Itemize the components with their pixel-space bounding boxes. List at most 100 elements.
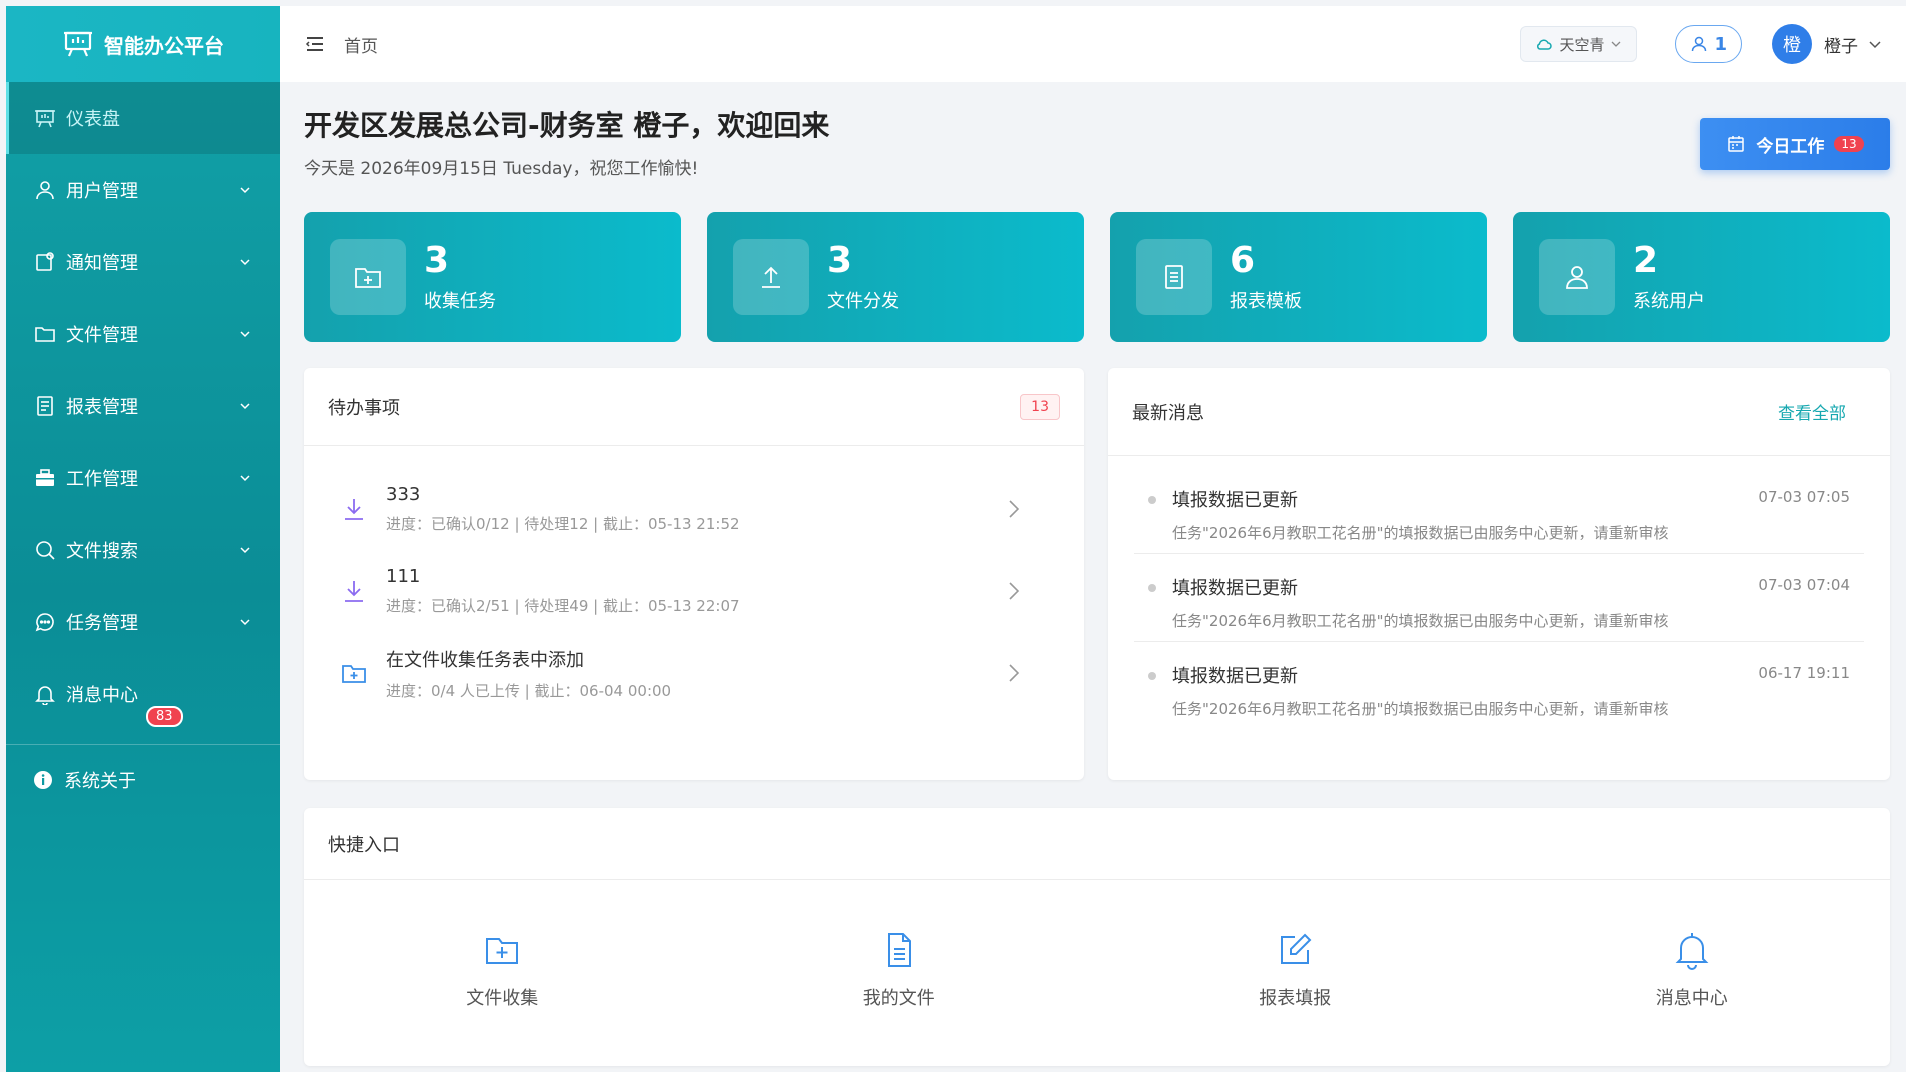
quick-entry-messages[interactable]: 消息中心 (1494, 930, 1891, 1010)
stat-label: 系统用户 (1633, 290, 1705, 312)
bell-icon (1675, 933, 1709, 970)
todo-panel-header: 待办事项 13 (304, 368, 1084, 446)
news-time: 07-03 07:04 (1758, 576, 1850, 594)
chevron-right-icon (1009, 582, 1020, 600)
folder-plus-icon (486, 938, 519, 964)
sidebar-menu: 仪表盘 用户管理 通知管理 文件管理 报表管理 工作管理 文件搜索 任务管理 消… (6, 82, 280, 730)
chevron-down-icon (240, 187, 250, 194)
todo-count-badge: 13 (1020, 393, 1060, 420)
chat-icon (34, 611, 56, 633)
username[interactable]: 橙子 (1824, 32, 1858, 57)
sidebar-item-label: 系统关于 (64, 771, 136, 792)
news-desc: 任务"2026年6月教职工花名册"的填报数据已由服务中心更新，请重新审核 (1172, 612, 1669, 630)
quick-entry-label: 消息中心 (1655, 988, 1728, 1009)
sidebar-item-files[interactable]: 文件管理 (6, 298, 280, 370)
quick-entry-label: 文件收集 (466, 988, 539, 1009)
chevron-down-icon (240, 619, 250, 626)
sidebar-item-about[interactable]: 系统关于 (6, 745, 280, 815)
user-icon (1692, 36, 1707, 52)
todo-panel: 待办事项 13 333 进度：已确认0/12 | 待处理12 | 截止：05-13… (304, 368, 1084, 780)
chevron-down-icon (240, 403, 250, 410)
todo-panel-title: 待办事项 (328, 397, 400, 419)
calendar-icon (1728, 136, 1745, 152)
top-header: 首页 天空青 1 橙 橙子 (280, 6, 1906, 82)
list-item[interactable]: 111 进度：已确认2/51 | 待处理49 | 截止：05-13 22:07 (340, 550, 1048, 632)
list-item[interactable]: 在文件收集任务表中添加进度：0/4 人已上传 | 截止：06-04 00:00 (340, 632, 1048, 714)
news-list: 填报数据已更新任务"2026年6月教职工花名册"的填报数据已由服务中心更新，请重… (1108, 456, 1890, 730)
presentation-icon (64, 31, 92, 57)
sidebar-item-work[interactable]: 工作管理 (6, 442, 280, 514)
stat-label: 报表模板 (1230, 290, 1302, 312)
chevron-down-icon (240, 331, 250, 338)
sidebar-item-file-search[interactable]: 文件搜索 (6, 514, 280, 586)
news-panel-header: 最新消息 查看全部 (1108, 368, 1890, 456)
page-title: 开发区发展总公司-财务室 橙子，欢迎回来 (304, 109, 830, 142)
chevron-down-icon (240, 547, 250, 554)
menu-toggle-icon[interactable] (304, 33, 326, 55)
stat-value: 2 (1633, 240, 1659, 282)
cloud-icon (1537, 39, 1553, 50)
news-desc: 任务"2026年6月教职工花名册"的填报数据已由服务中心更新，请重新审核 (1172, 700, 1669, 718)
online-users-count: 1 (1714, 33, 1727, 55)
quick-entry-my-files[interactable]: 我的文件 (701, 930, 1098, 1010)
user-icon (34, 179, 56, 201)
unread-dot (1148, 672, 1156, 680)
unread-dot (1148, 584, 1156, 592)
sidebar-item-reports[interactable]: 报表管理 (6, 370, 280, 442)
news-panel: 最新消息 查看全部 填报数据已更新任务"2026年6月教职工花名册"的填报数据已… (1108, 368, 1890, 780)
list-item[interactable]: 填报数据已更新任务"2026年6月教职工花名册"的填报数据已由服务中心更新，请重… (1134, 554, 1864, 642)
bell-icon (34, 683, 56, 705)
stat-label: 文件分发 (827, 290, 899, 312)
folder-plus-icon (342, 665, 366, 683)
app-logo[interactable]: 智能办公平台 (6, 6, 280, 82)
stat-card-file-distribution[interactable]: 3 文件分发 (707, 212, 1084, 342)
document-icon (1136, 239, 1212, 315)
list-item[interactable]: 填报数据已更新任务"2026年6月教职工花名册"的填报数据已由服务中心更新，请重… (1134, 642, 1864, 730)
avatar[interactable]: 橙 (1772, 24, 1812, 64)
theme-label: 天空青 (1559, 35, 1605, 54)
todo-title: 111 (386, 566, 421, 587)
sidebar-item-notices[interactable]: 通知管理 (6, 226, 280, 298)
sidebar-item-tasks[interactable]: 任务管理 (6, 586, 280, 658)
sidebar-item-label: 仪表盘 (66, 109, 120, 130)
news-title: 填报数据已更新 (1172, 490, 1298, 511)
notice-icon (34, 251, 56, 273)
view-all-link[interactable]: 查看全部 (1778, 399, 1846, 424)
todo-list: 333 进度：已确认0/12 | 待处理12 | 截止：05-13 21:52 1… (304, 446, 1084, 736)
theme-selector[interactable]: 天空青 (1520, 26, 1638, 62)
news-title: 填报数据已更新 (1172, 666, 1298, 687)
stat-card-system-users[interactable]: 2 系统用户 (1513, 212, 1890, 342)
sidebar-item-label: 用户管理 (66, 181, 138, 202)
stat-value: 6 (1230, 240, 1256, 282)
list-item[interactable]: 333 进度：已确认0/12 | 待处理12 | 截止：05-13 21:52 (340, 468, 1048, 550)
stat-card-report-templates[interactable]: 6 报表模板 (1110, 212, 1487, 342)
chevron-down-icon[interactable] (1868, 37, 1882, 51)
todo-title: 333 (386, 484, 421, 505)
online-users-button[interactable]: 1 (1675, 25, 1742, 63)
upload-icon (733, 239, 809, 315)
sidebar-item-users[interactable]: 用户管理 (6, 154, 280, 226)
edit-icon (1281, 933, 1312, 964)
user-icon (1539, 239, 1615, 315)
sidebar-item-messages[interactable]: 消息中心 83 (6, 658, 280, 730)
todo-title: 在文件收集任务表中添加 (386, 649, 584, 671)
quick-entry-file-collect[interactable]: 文件收集 (304, 930, 701, 1010)
quick-entry-panel: 快捷入口 文件收集 我的文件 报表填报 消息中心 (304, 808, 1890, 1066)
unread-dot (1148, 496, 1156, 504)
news-title: 填报数据已更新 (1172, 578, 1298, 599)
breadcrumb[interactable]: 首页 (344, 32, 1520, 57)
briefcase-icon (34, 467, 56, 489)
today-work-button[interactable]: 今日工作 13 (1700, 118, 1890, 170)
report-icon (34, 395, 56, 417)
sidebar-item-dashboard[interactable]: 仪表盘 (6, 82, 280, 154)
todo-meta: 进度：0/4 人已上传 | 截止：06-04 00:00 (386, 681, 672, 700)
quick-entry-title: 快捷入口 (328, 834, 400, 856)
sidebar: 智能办公平台 仪表盘 用户管理 通知管理 文件管理 报表管理 工作管理 文件搜索… (6, 6, 280, 1072)
folder-icon (34, 323, 56, 345)
stat-card-collect-tasks[interactable]: 3 收集任务 (304, 212, 681, 342)
chevron-down-icon (240, 259, 250, 266)
sidebar-item-label: 文件搜索 (66, 541, 138, 562)
list-item[interactable]: 填报数据已更新 任务"2026年6月教职工花名册"的填报数据已由服务中心更新，请重… (1134, 466, 1864, 554)
quick-entry-report-fill[interactable]: 报表填报 (1097, 930, 1494, 1010)
stats-row: 3 收集任务 3 文件分发 6 报表模板 2 系统用户 (304, 212, 1890, 342)
